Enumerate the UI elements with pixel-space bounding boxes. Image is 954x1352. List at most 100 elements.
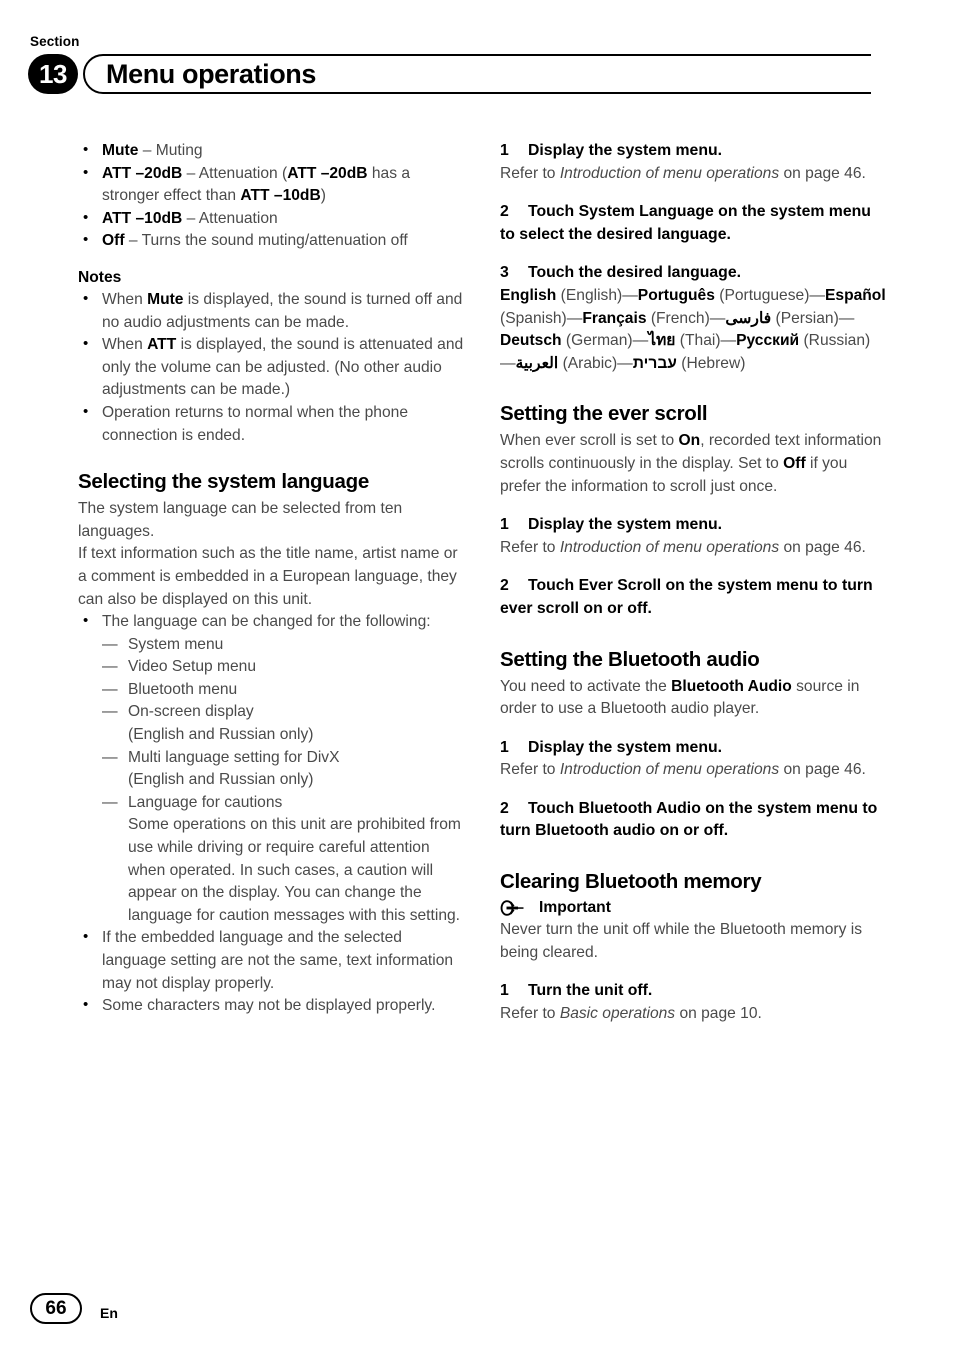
sub-item-note: (English and Russian only) [128, 726, 314, 744]
note-pre: Operation returns to normal when the pho… [102, 403, 408, 444]
list-item: Some characters may not be displayed pro… [78, 994, 466, 1018]
step-bluetooth-audio-2: 2 Touch Bluetooth Audio on the system men… [500, 798, 888, 843]
step-body-pre: Refer to [500, 761, 560, 779]
bt-audio-text-pre: You need to activate the [500, 677, 672, 695]
language-sub-list: System menu Video Setup menu Bluetooth m… [102, 634, 466, 928]
language-english: (Thai) [679, 332, 721, 350]
step-body-pre: Refer to [500, 1004, 560, 1022]
option-term-3: ATT –10dB [240, 187, 321, 205]
step-language-2: 2 Touch System Language on the system men… [500, 201, 888, 246]
sub-item-note: (English and Russian only) [128, 771, 314, 789]
section-label: Section [30, 34, 80, 49]
step-title: Display the system menu. [528, 142, 723, 159]
language-native: ไทย [648, 332, 676, 350]
step-heading: 1 Turn the unit off. [500, 980, 888, 1003]
step-bluetooth-audio-1: 1 Display the system menu. Refer to Intro… [500, 737, 888, 782]
step-number: 2 [500, 203, 509, 221]
sub-item-text: Video Setup menu [128, 658, 257, 676]
page-number: 66 [30, 1293, 82, 1324]
step-heading: 2 Touch Ever Scroll on the system menu to… [500, 575, 888, 620]
option-desc: Attenuation ( [198, 164, 288, 182]
manual-page: Section 13 Menu operations Mute – Muting… [0, 0, 954, 1352]
list-item: When ATT is displayed, the sound is atte… [78, 333, 466, 402]
step-body: Refer to Introduction of menu operations… [500, 163, 888, 186]
ever-scroll-on-value: On [678, 432, 701, 450]
step-number: 1 [500, 982, 509, 1000]
language-english: (English) [560, 286, 623, 304]
step-body: Refer to Introduction of menu operations… [500, 759, 888, 782]
list-item: Bluetooth menu [102, 679, 466, 702]
language-native: Deutsch [500, 332, 562, 350]
step-heading: 3 Touch the desired language. [500, 262, 888, 285]
step-title: Display the system menu. [528, 738, 723, 756]
step-language-1: 1 Display the system menu. Refer to Intro… [500, 140, 888, 185]
note-pre: When [102, 336, 148, 354]
bluetooth-audio-description: You need to activate the Bluetooth Audio… [500, 676, 888, 721]
language-options-list: English (English)—Português (Portuguese)… [500, 286, 886, 372]
left-column: Mute – Muting ATT –20dB – Attenuation ( A… [78, 139, 466, 1018]
list-item: Language for cautions Some operations on … [102, 792, 466, 928]
list-item: Multi language setting for DivX (English … [102, 747, 466, 792]
step-body-reference: Basic operations [559, 1004, 676, 1022]
sub-item-text: On-screen display [128, 703, 254, 721]
bullet-text: Some characters may not be displayed pro… [102, 997, 436, 1015]
ever-scroll-text-1: When ever scroll is set to [500, 432, 679, 450]
section-number-badge: 13 [28, 54, 78, 94]
step-number: 3 [500, 264, 509, 282]
list-item: ATT –10dB – Attenuation [78, 207, 466, 231]
step-title: Turn the unit off. [528, 982, 653, 1000]
bullet-text: The language can be changed for the foll… [102, 613, 431, 631]
language-english: (Arabic) [562, 354, 618, 372]
step-number: 2 [500, 799, 509, 817]
list-item: System menu [102, 634, 466, 657]
setting-options-list: Mute – Muting ATT –20dB – Attenuation ( A… [78, 139, 466, 253]
step-ever-scroll-2: 2 Touch Ever Scroll on the system menu to… [500, 575, 888, 620]
option-dash: – [182, 164, 199, 182]
important-label: Important [539, 899, 611, 917]
page-header: Section 13 Menu operations [28, 34, 933, 104]
section-heading-selecting-system-language: Selecting the system language [78, 470, 369, 494]
step-number: 1 [500, 738, 509, 756]
step-ever-scroll-1: 1 Display the system menu. Refer to Intro… [500, 514, 888, 559]
step-language-3: 3 Touch the desired language. English (En… [500, 262, 888, 375]
bullet-text: If the embedded language and the selecte… [102, 929, 454, 992]
important-text: Never turn the unit off while the Blueto… [500, 921, 863, 961]
option-desc: Turns the sound muting/attenuation off [141, 232, 408, 250]
option-term: ATT –20dB [102, 164, 183, 182]
language-native: Français [582, 309, 647, 327]
language-english: (Hebrew) [681, 354, 746, 372]
bt-audio-source-name: Bluetooth Audio [671, 677, 792, 695]
option-desc: Attenuation [198, 209, 278, 227]
option-dash: – [182, 209, 199, 227]
step-body-reference: Introduction of menu operations [559, 761, 780, 779]
step-body: Refer to Introduction of menu operations… [500, 537, 888, 560]
intro-paragraph-1: The system language can be selected from… [78, 500, 403, 540]
section-heading-bluetooth-audio: Setting the Bluetooth audio [500, 647, 760, 671]
step-title: Touch Ever Scroll on the system menu to … [500, 577, 873, 617]
step-clearing-memory-1: 1 Turn the unit off. Refer to Basic opera… [500, 980, 888, 1025]
note-bold: Mute [147, 290, 184, 308]
list-item: Off – Turns the sound muting/attenuation… [78, 229, 466, 253]
sub-item-text: System menu [128, 635, 224, 653]
language-english: (Persian) [775, 309, 839, 327]
section-heading-ever-scroll: Setting the ever scroll [500, 402, 708, 426]
step-body-reference: Introduction of menu operations [559, 164, 780, 182]
step-body-post: on page 46. [779, 761, 866, 779]
page-footer: 66 En [30, 1293, 118, 1324]
sub-item-text: Bluetooth menu [128, 680, 238, 698]
language-native: Português [637, 286, 715, 304]
sub-item-note: Some operations on this unit are prohibi… [128, 816, 461, 924]
list-item: Mute – Muting [78, 139, 466, 163]
language-english: (French) [650, 309, 710, 327]
step-number: 1 [500, 142, 509, 159]
language-code: En [100, 1304, 118, 1321]
language-english: (Russian) [803, 332, 871, 350]
step-body-pre: Refer to [500, 538, 560, 556]
list-item: Operation returns to normal when the pho… [78, 401, 466, 447]
step-title: Touch Bluetooth Audio on the system menu… [500, 799, 878, 840]
language-native: فارسی [725, 309, 772, 327]
list-item: The language can be changed for the foll… [78, 610, 466, 928]
step-heading: 1 Display the system menu. [500, 140, 888, 163]
sub-item-text: Language for cautions [128, 793, 283, 811]
page-title: Menu operations [106, 59, 317, 89]
